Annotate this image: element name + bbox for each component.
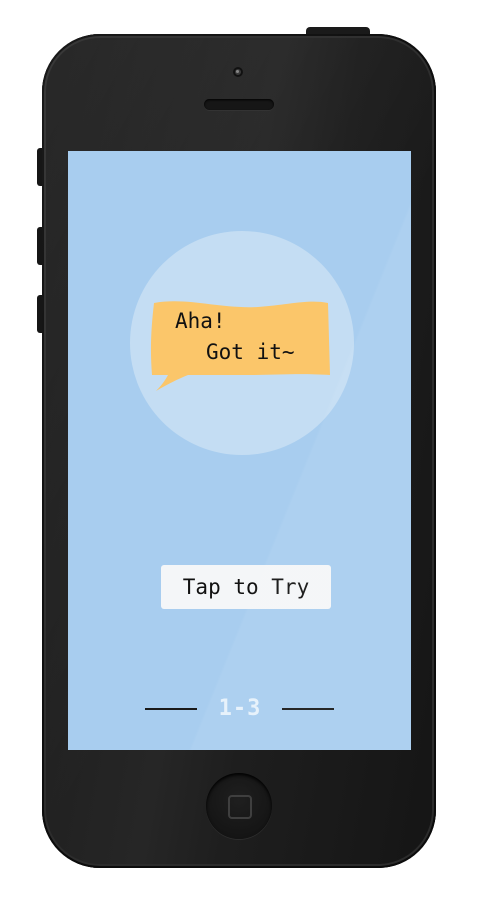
bubble-text-line-2: Got it~ xyxy=(206,340,295,364)
app-screen: Aha! Got it~ Tap to Try 1-3 xyxy=(68,151,411,750)
bubble-text-line-1: Aha! xyxy=(175,309,226,333)
home-button-icon xyxy=(228,795,252,819)
tap-to-try-button[interactable]: Tap to Try xyxy=(161,565,331,609)
level-divider-left xyxy=(145,708,197,710)
device-stage: Aha! Got it~ Tap to Try 1-3 xyxy=(0,0,490,901)
home-button[interactable] xyxy=(206,773,272,839)
earpiece-speaker xyxy=(204,99,274,110)
camera-icon xyxy=(233,67,243,77)
level-indicator: 1-3 xyxy=(68,694,411,724)
level-divider-right xyxy=(282,708,334,710)
level-label: 1-3 xyxy=(218,696,262,721)
